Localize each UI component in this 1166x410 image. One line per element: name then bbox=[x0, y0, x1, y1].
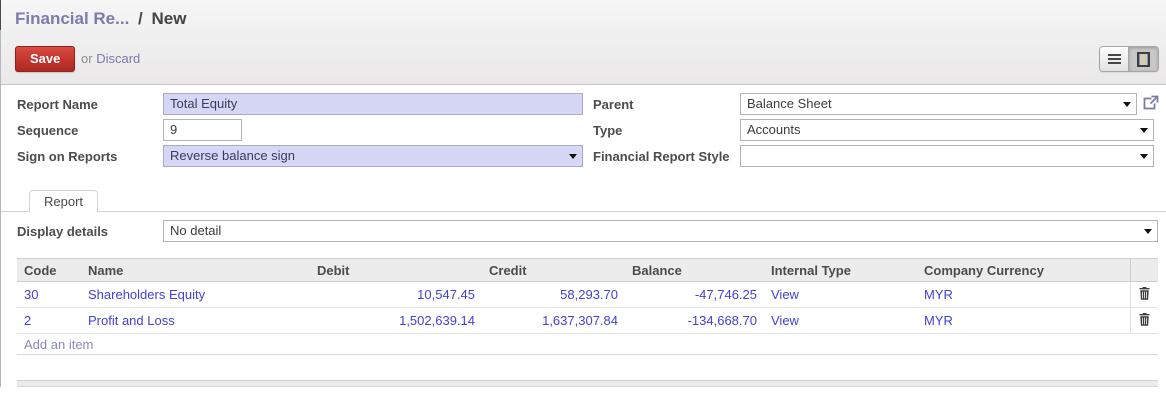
cell-balance[interactable]: -134,668.70 bbox=[625, 307, 764, 334]
cell-internal-type[interactable]: View bbox=[764, 307, 917, 334]
cell-name[interactable]: Profit and Loss bbox=[81, 307, 310, 334]
financial-report-style-select[interactable] bbox=[740, 145, 1154, 167]
table-header-row: Code Name Debit Credit Balance Internal … bbox=[17, 258, 1158, 282]
cell-debit[interactable]: 10,547.45 bbox=[310, 281, 482, 308]
form-view-icon bbox=[1137, 51, 1150, 67]
breadcrumb-current: New bbox=[151, 9, 187, 28]
cell-credit[interactable]: 58,293.70 bbox=[482, 281, 625, 308]
col-header-company-currency[interactable]: Company Currency bbox=[917, 258, 1130, 282]
discard-link[interactable]: Discard bbox=[96, 51, 140, 66]
financial-report-style-label: Financial Report Style bbox=[593, 149, 730, 164]
sign-on-reports-label: Sign on Reports bbox=[17, 149, 118, 164]
cell-code[interactable]: 2 bbox=[17, 307, 81, 334]
cell-credit[interactable]: 1,637,307.84 bbox=[482, 307, 625, 334]
type-value: Accounts bbox=[747, 122, 801, 137]
type-select[interactable]: Accounts bbox=[740, 119, 1154, 141]
delete-row-icon[interactable] bbox=[1139, 286, 1150, 300]
breadcrumb-separator: / bbox=[138, 9, 143, 28]
parent-label: Parent bbox=[593, 97, 634, 112]
cell-code[interactable]: 30 bbox=[17, 281, 81, 308]
delete-row-icon[interactable] bbox=[1139, 312, 1150, 326]
report-lines-table: Code Name Debit Credit Balance Internal … bbox=[17, 258, 1158, 355]
type-dropdown-caret-icon bbox=[1140, 128, 1148, 133]
display-details-select[interactable]: No detail bbox=[163, 220, 1158, 242]
form-view-button[interactable] bbox=[1129, 47, 1158, 71]
display-details-label: Display details bbox=[17, 224, 109, 239]
parent-external-link-icon[interactable] bbox=[1142, 95, 1159, 114]
list-view-button[interactable] bbox=[1100, 47, 1129, 71]
display-details-value: No detail bbox=[170, 223, 222, 238]
add-item-row: Add an item bbox=[17, 333, 1158, 355]
cell-balance[interactable]: -47,746.25 bbox=[625, 281, 764, 308]
cell-delete bbox=[1129, 281, 1158, 308]
cell-company-currency[interactable]: MYR bbox=[917, 281, 1130, 308]
parent-input[interactable]: Balance Sheet bbox=[740, 93, 1137, 115]
sign-on-reports-value: Reverse balance sign bbox=[170, 148, 296, 163]
breadcrumb: Financial Re... / New bbox=[15, 9, 186, 29]
sequence-label: Sequence bbox=[17, 123, 79, 138]
display-details-dropdown-caret-icon bbox=[1144, 229, 1152, 234]
parent-value: Balance Sheet bbox=[747, 96, 832, 111]
list-view-icon bbox=[1107, 52, 1121, 66]
or-label: or bbox=[81, 51, 93, 66]
sign-on-reports-dropdown-caret-icon bbox=[569, 154, 577, 159]
cell-company-currency[interactable]: MYR bbox=[917, 307, 1130, 334]
add-an-item-link[interactable]: Add an item bbox=[17, 333, 1158, 355]
financial-report-style-dropdown-caret-icon bbox=[1140, 154, 1148, 159]
col-header-delete bbox=[1129, 258, 1158, 282]
parent-dropdown-caret-icon[interactable] bbox=[1123, 102, 1131, 107]
tab-bar: Report bbox=[1, 190, 1166, 213]
col-header-debit[interactable]: Debit bbox=[310, 258, 482, 282]
sequence-input[interactable]: 9 bbox=[163, 119, 242, 141]
cell-delete bbox=[1129, 307, 1158, 334]
top-header: Financial Re... / New Save or Discard bbox=[1, 0, 1166, 85]
view-switcher bbox=[1099, 46, 1159, 72]
col-header-credit[interactable]: Credit bbox=[482, 258, 625, 282]
report-name-label: Report Name bbox=[17, 97, 98, 112]
cell-name[interactable]: Shareholders Equity bbox=[81, 281, 310, 308]
type-label: Type bbox=[593, 123, 623, 138]
col-header-name[interactable]: Name bbox=[81, 258, 310, 282]
breadcrumb-parent-link[interactable]: Financial Re... bbox=[15, 9, 129, 28]
report-name-input[interactable]: Total Equity bbox=[163, 93, 583, 115]
col-header-code[interactable]: Code bbox=[17, 258, 81, 282]
cell-internal-type[interactable]: View bbox=[764, 281, 917, 308]
col-header-internal-type[interactable]: Internal Type bbox=[764, 258, 917, 282]
sign-on-reports-select[interactable]: Reverse balance sign bbox=[163, 145, 583, 167]
save-button[interactable]: Save bbox=[15, 46, 76, 72]
cell-debit[interactable]: 1,502,639.14 bbox=[310, 307, 482, 334]
col-header-balance[interactable]: Balance bbox=[625, 258, 764, 282]
table-row[interactable]: 30 Shareholders Equity 10,547.45 58,293.… bbox=[17, 281, 1158, 308]
table-row[interactable]: 2 Profit and Loss 1,502,639.14 1,637,307… bbox=[17, 307, 1158, 334]
tab-report[interactable]: Report bbox=[29, 190, 99, 213]
bottom-separator-band bbox=[17, 380, 1158, 387]
or-discard: or Discard bbox=[81, 51, 140, 66]
